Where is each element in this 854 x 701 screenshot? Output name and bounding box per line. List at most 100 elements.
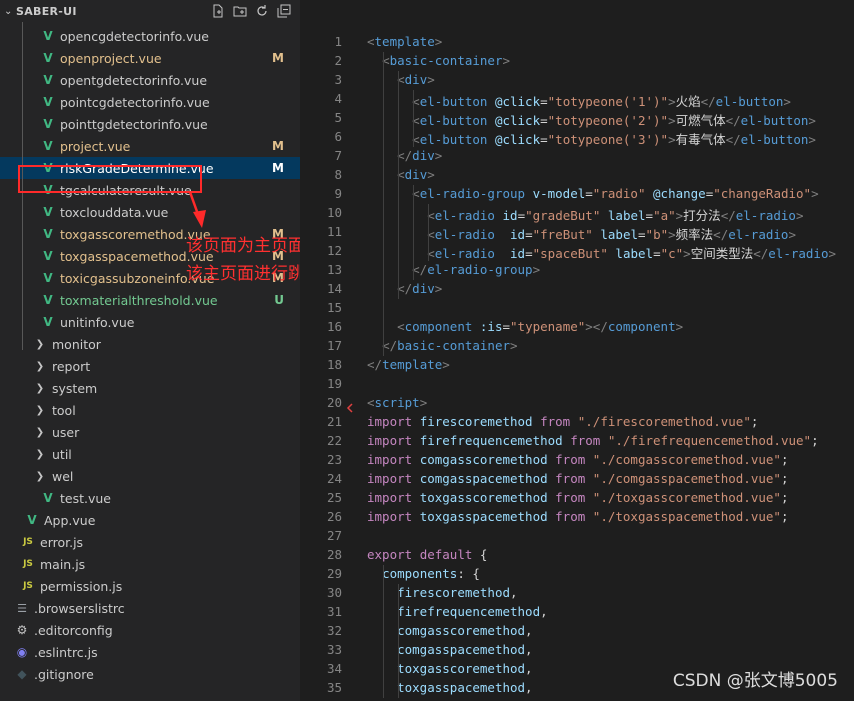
- code-token: import: [367, 414, 413, 429]
- refresh-icon[interactable]: [254, 3, 270, 19]
- code-line[interactable]: <el-button @click="totypeone('3')">有毒气体<…: [367, 129, 816, 148]
- code-line[interactable]: <component :is="typename"></component>: [367, 319, 683, 334]
- code-line[interactable]: firescoremethod,: [367, 585, 517, 600]
- code-token: el-radio: [434, 246, 495, 261]
- file-item[interactable]: Vopenproject.vue M: [0, 47, 300, 69]
- code-line[interactable]: </basic-container>: [367, 338, 517, 353]
- file-item[interactable]: Vopentgdetectorinfo.vue: [0, 69, 300, 91]
- file-item[interactable]: Vproject.vue M: [0, 135, 300, 157]
- code-line[interactable]: <el-radio id="gradeBut" label="a">打分法</e…: [367, 205, 803, 224]
- code-line[interactable]: </div>: [367, 281, 442, 296]
- code-line[interactable]: </div>: [367, 148, 442, 163]
- file-item[interactable]: JS main.js: [0, 553, 300, 575]
- file-item[interactable]: Vunitinfo.vue: [0, 311, 300, 333]
- code-line[interactable]: export default {: [367, 547, 487, 562]
- code-token: </: [397, 148, 413, 163]
- new-file-icon[interactable]: [210, 3, 226, 19]
- folder-user[interactable]: ❯ user: [0, 421, 300, 443]
- code-line[interactable]: import toxgasspacemethod from "./toxgass…: [367, 509, 788, 524]
- explorer-header[interactable]: ⌄ SABER-UI: [0, 0, 300, 22]
- code-token: @click: [494, 132, 541, 147]
- code-token: "totypeone('1')": [547, 94, 669, 109]
- code-token: component: [607, 319, 676, 334]
- code-token: div: [412, 148, 435, 163]
- file-item[interactable]: Vopencgdetectorinfo.vue: [0, 25, 300, 47]
- code-line[interactable]: comgasscoremethod,: [367, 623, 532, 638]
- code-line[interactable]: firefrequencemethod,: [367, 604, 548, 619]
- code-line[interactable]: <script>: [367, 395, 427, 410]
- code-token: </: [412, 262, 428, 277]
- code-token: =: [502, 319, 511, 334]
- code-line[interactable]: <div>: [367, 72, 435, 87]
- line-number: 7: [334, 148, 342, 163]
- vue-file-icon: V: [43, 227, 53, 241]
- line-number: 27: [326, 528, 342, 543]
- file-item[interactable]: JS permission.js: [0, 575, 300, 597]
- line-number: 8: [334, 167, 342, 182]
- code-line[interactable]: <el-button @click="totypeone('1')">火焰</e…: [367, 91, 791, 110]
- code-token: 有毒气体: [675, 132, 726, 147]
- code-line[interactable]: <el-button @click="totypeone('2')">可燃气体<…: [367, 110, 816, 129]
- code-token: id: [502, 208, 518, 223]
- file-name: .browserslistrc: [34, 600, 125, 616]
- file-item[interactable]: ◉ .eslintrc.js: [0, 641, 300, 663]
- line-number: 11: [326, 224, 342, 239]
- folder-wel[interactable]: ❯ wel: [0, 465, 300, 487]
- code-line[interactable]: import firefrequencemethod from "./firef…: [367, 433, 819, 448]
- file-item[interactable]: Vpointtgdetectorinfo.vue: [0, 113, 300, 135]
- code-line[interactable]: import firescoremethod from "./firescore…: [367, 414, 758, 429]
- code-token: =: [517, 208, 526, 223]
- code-token: >: [532, 262, 541, 277]
- code-line[interactable]: toxgasspacemethod,: [367, 680, 532, 695]
- code-line[interactable]: </el-radio-group>: [367, 262, 540, 277]
- code-line[interactable]: <el-radio id="freBut" label="b">频率法</el-…: [367, 224, 796, 243]
- folder-monitor[interactable]: ❯ monitor: [0, 333, 300, 355]
- code-line[interactable]: <basic-container>: [367, 53, 510, 68]
- line-number: 20: [326, 395, 342, 410]
- file-name: util: [52, 446, 72, 462]
- line-number: 15: [326, 300, 342, 315]
- folder-report[interactable]: ❯ report: [0, 355, 300, 377]
- code-line[interactable]: <el-radio id="spaceBut" label="c">空间类型法<…: [367, 243, 836, 262]
- code-token: 可燃气体: [675, 113, 726, 128]
- file-item[interactable]: Vpointcgdetectorinfo.vue: [0, 91, 300, 113]
- code-line[interactable]: import comgasspacemethod from "./comgass…: [367, 471, 788, 486]
- code-line[interactable]: comgasspacemethod,: [367, 642, 532, 657]
- code-token: el-button: [740, 132, 809, 147]
- line-number: 17: [326, 338, 342, 353]
- file-item[interactable]: Vtoxclouddata.vue: [0, 201, 300, 223]
- new-folder-icon[interactable]: [232, 3, 248, 19]
- folder-system[interactable]: ❯ system: [0, 377, 300, 399]
- code-token: "freBut": [532, 227, 593, 242]
- file-item[interactable]: ☰ .browserslistrc: [0, 597, 300, 619]
- code-token: "c": [660, 246, 684, 261]
- code-token: </: [720, 208, 736, 223]
- code-line[interactable]: toxgasscoremethod,: [367, 661, 532, 676]
- file-name: error.js: [40, 534, 84, 550]
- fold-arrow-icon[interactable]: [346, 402, 354, 414]
- code-token: template: [382, 357, 443, 372]
- file-item[interactable]: ⚙ .editorconfig: [0, 619, 300, 641]
- code-token: el-radio: [768, 246, 829, 261]
- code-token: el-button: [419, 132, 488, 147]
- file-item[interactable]: ◆ .gitignore: [0, 663, 300, 685]
- code-line[interactable]: import toxgasscoremethod from "./toxgass…: [367, 490, 788, 505]
- folder-tool[interactable]: ❯ tool: [0, 399, 300, 421]
- folder-util[interactable]: ❯ util: [0, 443, 300, 465]
- code-line[interactable]: <el-radio-group v-model="radio" @change=…: [367, 186, 818, 201]
- code-token: >: [434, 281, 443, 296]
- file-item[interactable]: V App.vue: [0, 509, 300, 531]
- collapse-all-icon[interactable]: [276, 3, 292, 19]
- file-item[interactable]: JS error.js: [0, 531, 300, 553]
- vue-file-icon: V: [43, 271, 53, 285]
- code-line[interactable]: </template>: [367, 357, 450, 372]
- code-line[interactable]: import comgasscoremethod from "./comgass…: [367, 452, 788, 467]
- file-name: .gitignore: [34, 666, 94, 682]
- file-item[interactable]: Vtoxmaterialthreshold.vue U: [0, 289, 300, 311]
- code-line[interactable]: <div>: [367, 167, 435, 182]
- chevron-down-icon[interactable]: ⌄: [4, 6, 16, 17]
- file-item[interactable]: Vtest.vue: [0, 487, 300, 509]
- code-line[interactable]: <template>: [367, 34, 442, 49]
